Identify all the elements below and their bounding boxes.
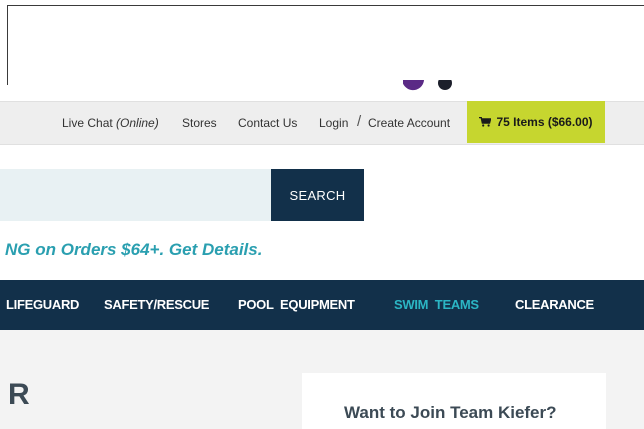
create-account-link[interactable]: Create Account bbox=[368, 102, 450, 144]
search-button[interactable]: SEARCH bbox=[271, 169, 364, 221]
nav-item-swim-teams[interactable]: SWIM TEAMS bbox=[394, 280, 479, 330]
nav-item-lifeguard[interactable]: LIFEGUARD bbox=[6, 280, 79, 330]
window-frame bbox=[7, 5, 644, 85]
site-logo[interactable] bbox=[403, 80, 463, 94]
page-heading-fragment: R bbox=[8, 378, 30, 411]
cart-label: 75 Items ($66.00) bbox=[496, 115, 593, 129]
live-chat-link[interactable]: Live Chat (Online) bbox=[62, 102, 159, 144]
free-shipping-promo-link[interactable]: NG on Orders $64+. Get Details. bbox=[5, 240, 262, 260]
contact-us-link[interactable]: Contact Us bbox=[238, 102, 297, 144]
nav-item-clearance[interactable]: CLEARANCE bbox=[515, 280, 594, 330]
login-link[interactable]: Login bbox=[319, 102, 348, 144]
cart-icon bbox=[479, 117, 492, 127]
nav-item-pool-equipment[interactable]: POOL EQUIPMENT bbox=[238, 280, 355, 330]
join-team-card: Want to Join Team Kiefer? bbox=[302, 373, 606, 429]
nav-item-safety-rescue[interactable]: SAFETY/RESCUE bbox=[104, 280, 209, 330]
search-input[interactable] bbox=[0, 169, 271, 221]
stores-link[interactable]: Stores bbox=[182, 102, 217, 144]
login-separator: / bbox=[357, 113, 362, 130]
cart-button[interactable]: 75 Items ($66.00) bbox=[467, 101, 605, 143]
main-nav: LIFEGUARD SAFETY/RESCUE POOL EQUIPMENT S… bbox=[0, 280, 644, 330]
join-team-title: Want to Join Team Kiefer? bbox=[344, 403, 557, 422]
live-chat-status: (Online) bbox=[116, 116, 159, 130]
